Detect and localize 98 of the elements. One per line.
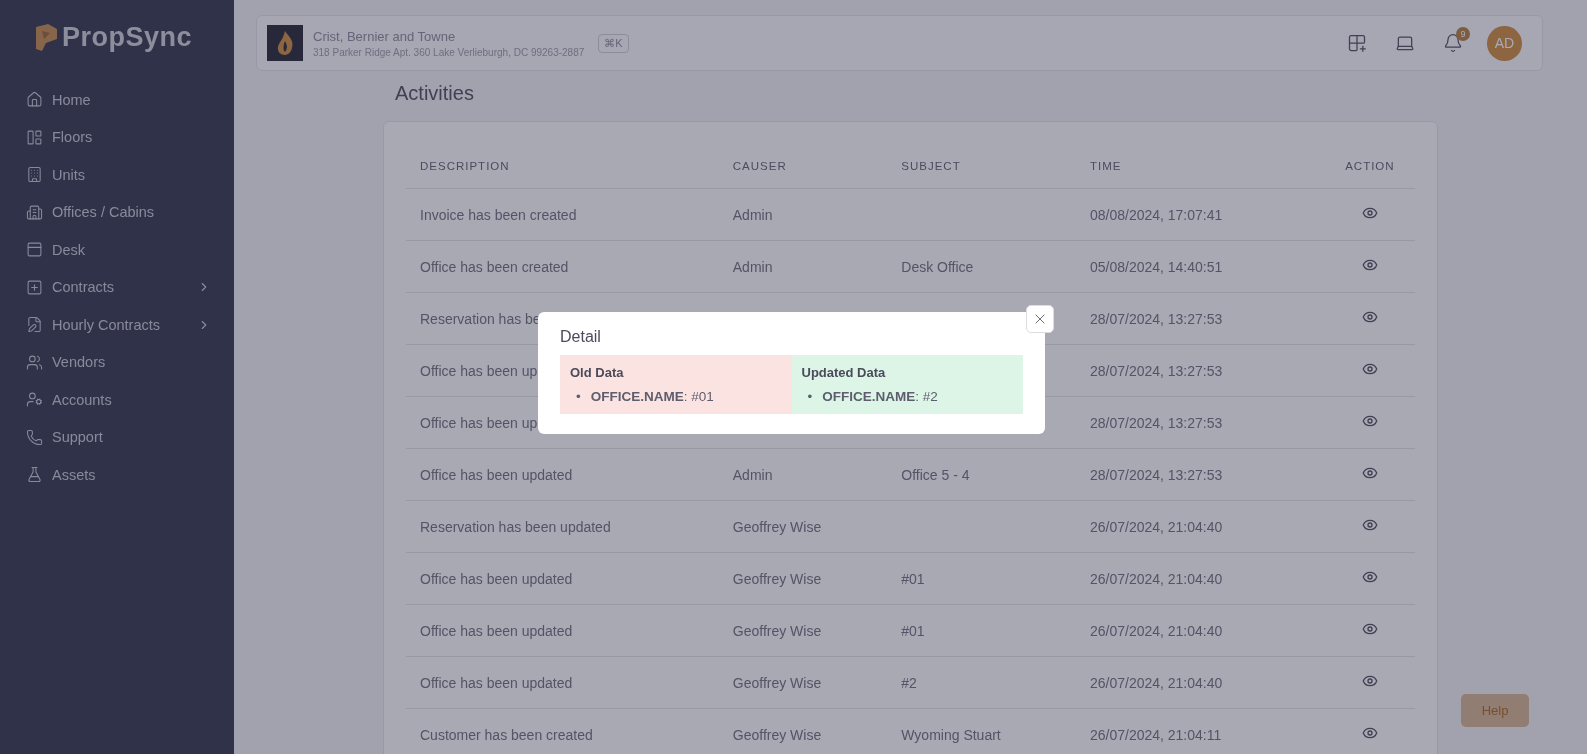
subject-cell: Wyoming Stuart [901, 726, 1001, 743]
sidebar-label: Hourly Contracts [52, 316, 161, 333]
sidebar-item[interactable]: Support [26, 418, 211, 456]
subject-cell: Office 5 - 4 [901, 466, 970, 483]
dialog-title: Detail [560, 328, 602, 346]
view-icon[interactable] [1361, 673, 1378, 689]
view-icon[interactable] [1361, 569, 1378, 585]
property-name: Crist, Bernier and Towne [313, 28, 457, 44]
sidebar-label: Assets [52, 466, 97, 483]
column-header: TIME [1075, 144, 1312, 189]
sidebar-item[interactable]: Assets [26, 456, 211, 494]
subject-cell: Desk Office [901, 258, 974, 275]
user-avatar[interactable]: AD [1487, 25, 1522, 61]
time-cell: 28/07/2024, 13:27:53 [1075, 344, 1312, 397]
sidebar-item[interactable]: Units [26, 156, 211, 194]
time-cell: 08/08/2024, 17:07:41 [1075, 188, 1312, 241]
notification-badge: 9 [1456, 27, 1470, 41]
sidebar-item[interactable]: Contracts [26, 268, 211, 306]
flame-logo-icon [267, 25, 303, 61]
office-building-icon [26, 203, 43, 221]
view-icon[interactable] [1361, 517, 1378, 533]
data-entry: OFFICE.NAME: #2 [822, 388, 938, 406]
sidebar-item[interactable]: Floors [26, 118, 211, 156]
subject-cell: #01 [901, 622, 925, 639]
causer-cell: Geoffrey Wise [732, 726, 822, 743]
description-cell: Office has been updated [406, 604, 719, 657]
apps-icon[interactable] [1347, 33, 1367, 53]
time-cell: 28/07/2024, 13:27:53 [1075, 448, 1312, 501]
description-cell: Invoice has been created [406, 188, 719, 241]
view-icon[interactable] [1361, 205, 1378, 221]
time-cell: 05/08/2024, 14:40:51 [1075, 240, 1312, 293]
sidebar-label: Contracts [52, 279, 116, 296]
time-cell: 26/07/2024, 21:04:40 [1075, 500, 1312, 553]
causer-cell: Admin [732, 466, 773, 483]
time-cell: 28/07/2024, 13:27:53 [1075, 292, 1312, 345]
time-cell: 26/07/2024, 21:04:40 [1075, 656, 1312, 709]
time-cell: 26/07/2024, 21:04:40 [1075, 552, 1312, 605]
view-icon[interactable] [1361, 361, 1378, 377]
column-header: ACTION [1311, 144, 1415, 189]
description-cell: Reservation has been updated [406, 500, 719, 553]
sidebar-item[interactable]: Offices / Cabins [26, 193, 211, 231]
view-icon[interactable] [1361, 413, 1378, 429]
description-cell: Office has been updated [406, 656, 719, 709]
subject-cell: #01 [901, 570, 925, 587]
view-icon[interactable] [1361, 309, 1378, 325]
causer-cell: Geoffrey Wise [732, 518, 822, 535]
sidebar-label: Units [52, 166, 87, 183]
house-icon [26, 91, 43, 109]
description-cell: Office has been updated [406, 552, 719, 605]
view-icon[interactable] [1361, 465, 1378, 481]
page-title: Activities [395, 82, 475, 106]
help-button[interactable]: Help [1461, 694, 1529, 727]
sidebar-item[interactable]: Hourly Contracts [26, 306, 211, 344]
sidebar-item[interactable]: Desk [26, 231, 211, 269]
user-gear-icon [26, 391, 43, 409]
causer-cell: Admin [732, 258, 773, 275]
shortcut-key: ⌘K [598, 33, 629, 53]
close-button[interactable] [1026, 305, 1054, 333]
document-pen-icon [26, 316, 43, 334]
panel-heading: Updated Data [801, 365, 887, 380]
column-header: DESCRIPTION [406, 144, 719, 189]
floor-plan-icon [26, 128, 43, 146]
sidebar-label: Support [52, 429, 104, 446]
panel-heading: Old Data [570, 365, 625, 380]
users-icon [26, 353, 43, 371]
view-icon[interactable] [1361, 257, 1378, 273]
subject-cell: #2 [901, 674, 917, 691]
description-cell: Office has been created [406, 240, 719, 293]
causer-cell: Geoffrey Wise [732, 570, 822, 587]
causer-cell: Geoffrey Wise [732, 622, 822, 639]
notification-icon[interactable] [1443, 33, 1463, 53]
sidebar-label: Floors [52, 129, 94, 146]
sidebar-label: Home [52, 91, 92, 108]
description-cell: Customer has been created [406, 708, 719, 754]
causer-cell: Admin [732, 206, 773, 223]
desk-icon [26, 241, 43, 259]
sidebar-label: Vendors [52, 354, 107, 371]
sidebar-label: Offices / Cabins [52, 204, 156, 221]
bullet: • [807, 388, 813, 406]
sidebar-label: Accounts [52, 391, 113, 408]
column-header: SUBJECT [887, 144, 1076, 189]
plus-square-icon [26, 278, 43, 296]
view-icon[interactable] [1361, 725, 1378, 741]
description-cell: Office has been updated [406, 448, 719, 501]
view-icon[interactable] [1361, 621, 1378, 637]
sidebar-item[interactable]: Accounts [26, 381, 211, 419]
sidebar-label: Desk [52, 241, 87, 258]
time-cell: 28/07/2024, 13:27:53 [1075, 396, 1312, 449]
sidebar-item[interactable]: Vendors [26, 343, 211, 381]
causer-cell: Geoffrey Wise [732, 674, 822, 691]
column-header: CAUSER [718, 144, 888, 189]
time-cell: 26/07/2024, 21:04:40 [1075, 604, 1312, 657]
building-icon [26, 166, 43, 184]
time-cell: 26/07/2024, 21:04:11 [1075, 708, 1312, 754]
sidebar-item[interactable]: Home [26, 81, 211, 119]
phone-icon [26, 428, 43, 446]
flask-icon [26, 466, 43, 484]
brand-name: PropSync [62, 22, 193, 53]
